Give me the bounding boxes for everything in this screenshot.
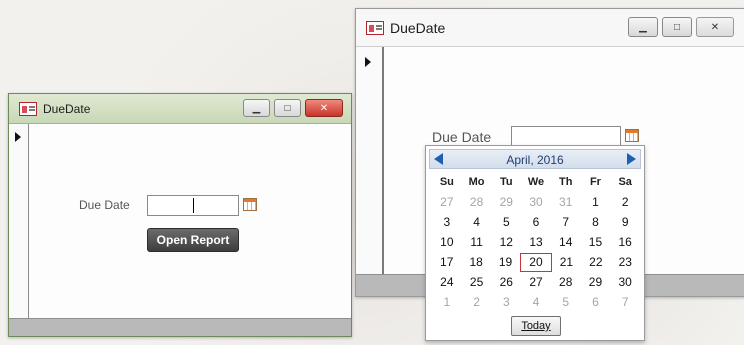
- calendar-week-row: 3456789: [432, 213, 640, 232]
- calendar-day-adjacent-month[interactable]: 30: [521, 193, 551, 212]
- horizontal-scrollbar[interactable]: [9, 318, 351, 336]
- calendar-day[interactable]: 3: [432, 213, 462, 232]
- weekday-header: Su: [439, 176, 454, 188]
- calendar-day-adjacent-month[interactable]: 29: [491, 193, 521, 212]
- calendar-day[interactable]: 6: [521, 213, 551, 232]
- maximize-icon: □: [284, 102, 291, 114]
- minimize-icon: ▁: [639, 21, 647, 33]
- maximize-button[interactable]: □: [274, 99, 301, 117]
- next-month-icon[interactable]: [627, 153, 636, 165]
- calendar-day-adjacent-month[interactable]: 1: [432, 293, 462, 312]
- calendar-day[interactable]: 29: [581, 273, 611, 292]
- access-form-icon: [19, 101, 37, 116]
- calendar-day[interactable]: 17: [432, 253, 461, 272]
- month-label[interactable]: April, 2016: [430, 153, 640, 167]
- calendar-icon[interactable]: [625, 129, 639, 142]
- calendar-day[interactable]: 25: [462, 273, 492, 292]
- calendar-day[interactable]: 21: [552, 253, 581, 272]
- minimize-button[interactable]: ▁: [243, 99, 270, 117]
- calendar-day[interactable]: 5: [491, 213, 521, 232]
- date-picker-calendar: April, 2016 Su Mo Tu We Th Fr Sa 27 28 29 30 31 1 2 3…: [425, 145, 645, 341]
- maximize-icon: □: [673, 21, 681, 33]
- calendar-day[interactable]: 18: [461, 253, 490, 272]
- calendar-day[interactable]: 13: [521, 233, 551, 252]
- minimize-icon: ▁: [252, 102, 261, 114]
- duedate-form-window-small: DueDate ▁ □ ✕ Due Date Open Report: [8, 93, 352, 337]
- title-bar[interactable]: DueDate ▁ □ ✕: [9, 94, 351, 124]
- calendar-week-row: 1234567: [432, 293, 640, 312]
- record-pointer-icon: [15, 132, 21, 142]
- calendar-day-adjacent-month[interactable]: 28: [462, 193, 492, 212]
- minimize-button[interactable]: ▁: [628, 17, 658, 37]
- record-selector[interactable]: [9, 124, 29, 318]
- calendar-day[interactable]: 28: [551, 273, 581, 292]
- record-selector[interactable]: [356, 47, 384, 274]
- text-cursor: [193, 198, 194, 213]
- access-form-icon: [366, 20, 384, 35]
- calendar-week-row: 24 25 26 27 28 29 30: [432, 273, 640, 292]
- weekday-header: We: [527, 176, 545, 188]
- window-controls: ▁ □ ✕: [243, 99, 343, 117]
- weekday-header: Th: [559, 176, 573, 188]
- calendar-day[interactable]: 7: [551, 213, 581, 232]
- calendar-day-adjacent-month[interactable]: 27: [432, 193, 462, 212]
- calendar-day[interactable]: 10: [432, 233, 462, 252]
- calendar-day[interactable]: 4: [462, 213, 492, 232]
- close-icon: ✕: [319, 102, 329, 114]
- maximize-button[interactable]: □: [662, 17, 692, 37]
- close-button[interactable]: ✕: [696, 17, 734, 37]
- calendar-day-adjacent-month[interactable]: 2: [462, 293, 492, 312]
- calendar-day-today[interactable]: 20: [520, 253, 552, 272]
- calendar-day[interactable]: 22: [581, 253, 610, 272]
- calendar-day[interactable]: 19: [491, 253, 520, 272]
- calendar-day[interactable]: 8: [581, 213, 611, 232]
- calendar-day[interactable]: 15: [581, 233, 611, 252]
- record-pointer-icon: [365, 57, 371, 67]
- due-date-input[interactable]: [147, 195, 239, 216]
- window-controls: ▁ □ ✕: [628, 17, 734, 37]
- calendar-day[interactable]: 24: [432, 273, 462, 292]
- calendar-day[interactable]: 2: [610, 193, 640, 212]
- calendar-week-row: 17 18 19 20 21 22 23: [432, 253, 640, 272]
- calendar-day[interactable]: 1: [581, 193, 611, 212]
- weekday-header-row: Su Mo Tu We Th Fr Sa: [432, 173, 640, 191]
- calendar-day[interactable]: 14: [551, 233, 581, 252]
- close-icon: ✕: [710, 21, 720, 33]
- calendar-day[interactable]: 26: [491, 273, 521, 292]
- calendar-day[interactable]: 27: [521, 273, 551, 292]
- today-button[interactable]: Today: [511, 316, 561, 336]
- open-report-button[interactable]: Open Report: [147, 228, 239, 252]
- calendar-day-adjacent-month[interactable]: 7: [610, 293, 640, 312]
- calendar-day[interactable]: 11: [462, 233, 492, 252]
- calendar-header: April, 2016: [429, 149, 641, 169]
- calendar-week-row: 10 11 12 13 14 15 16: [432, 233, 640, 252]
- calendar-day-adjacent-month[interactable]: 31: [551, 193, 581, 212]
- calendar-day[interactable]: 30: [610, 273, 640, 292]
- window-title: DueDate: [390, 19, 446, 36]
- weekday-header: Mo: [468, 176, 485, 188]
- calendar-day[interactable]: 9: [610, 213, 640, 232]
- weekday-header: Fr: [589, 176, 601, 188]
- calendar-day[interactable]: 12: [491, 233, 521, 252]
- title-bar[interactable]: DueDate ▁ □ ✕: [356, 9, 744, 47]
- calendar-day-adjacent-month[interactable]: 3: [491, 293, 521, 312]
- calendar-week-row: 27 28 29 30 31 1 2: [432, 193, 640, 212]
- close-button[interactable]: ✕: [305, 99, 343, 117]
- calendar-icon[interactable]: [243, 198, 257, 211]
- weekday-header: Tu: [499, 176, 513, 188]
- due-date-label: Due Date: [79, 198, 130, 212]
- due-date-label: Due Date: [432, 129, 492, 145]
- calendar-day-adjacent-month[interactable]: 6: [581, 293, 611, 312]
- calendar-day-adjacent-month[interactable]: 4: [521, 293, 551, 312]
- weekday-header: Sa: [618, 176, 632, 188]
- window-title: DueDate: [43, 101, 91, 116]
- calendar-day[interactable]: 23: [611, 253, 640, 272]
- calendar-day[interactable]: 16: [610, 233, 640, 252]
- calendar-day-adjacent-month[interactable]: 5: [551, 293, 581, 312]
